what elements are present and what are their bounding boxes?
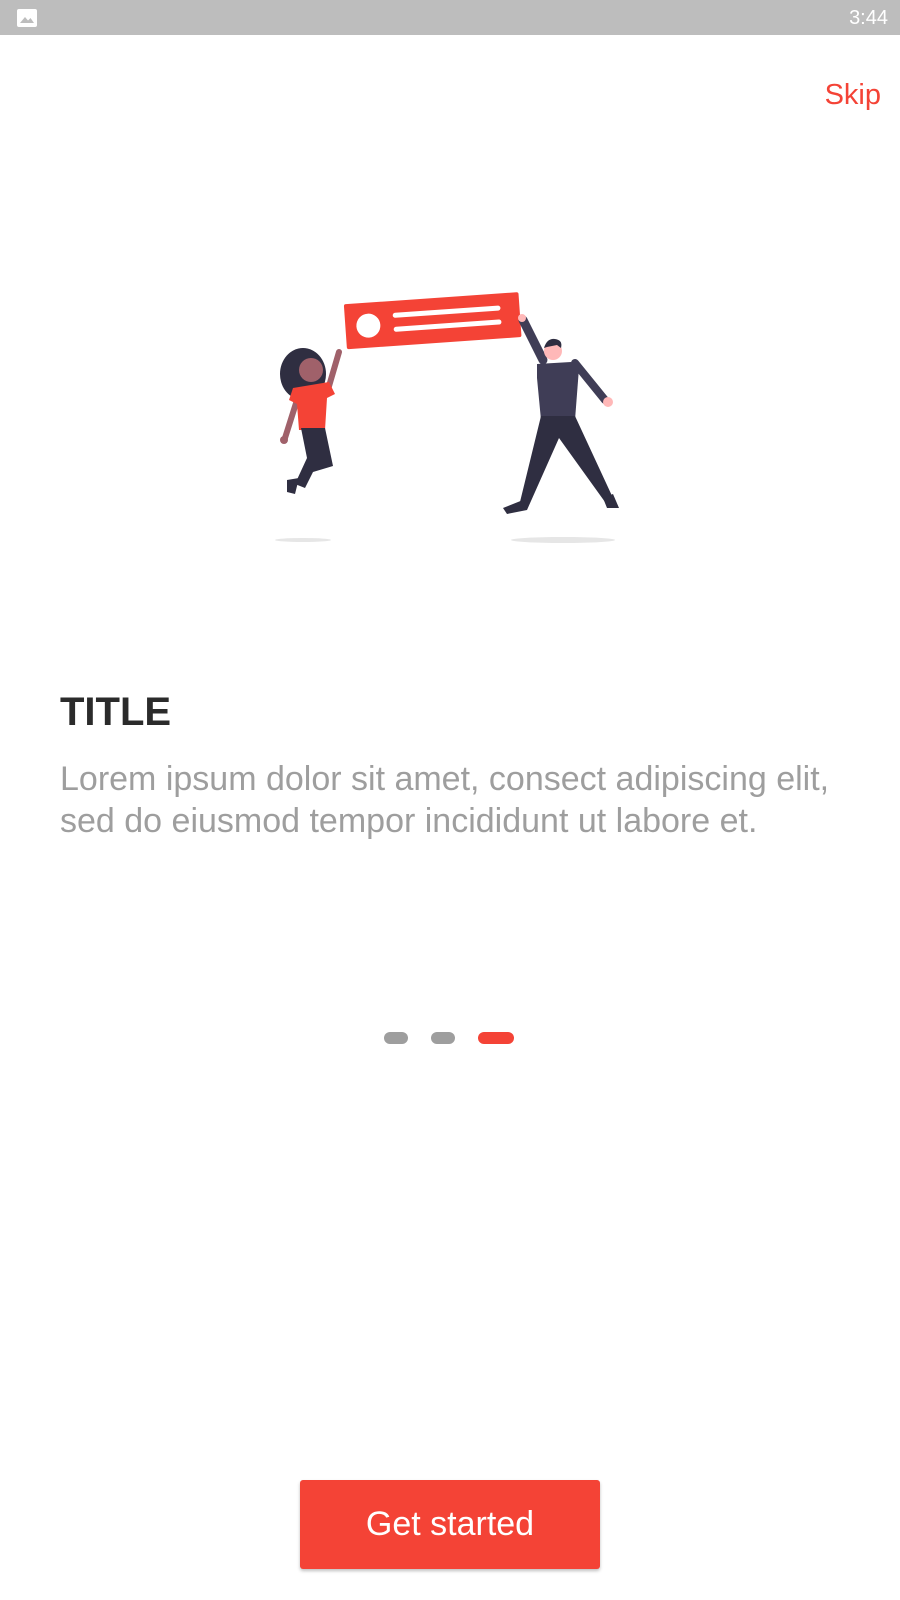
right-figure xyxy=(503,314,619,514)
right-figure-shadow xyxy=(511,537,615,543)
page-indicator-dot[interactable] xyxy=(384,1032,408,1044)
status-bar: 3:44 xyxy=(0,0,900,35)
get-started-button[interactable]: Get started xyxy=(300,1480,600,1569)
page-description: Lorem ipsum dolor sit amet, consect adip… xyxy=(60,760,830,840)
page-title: TITLE xyxy=(60,690,172,734)
image-icon xyxy=(17,9,37,27)
status-time: 3:44 xyxy=(849,7,888,29)
onboarding-screen: 3:44 Skip TITLE Lorem ipsum dolor sit am… xyxy=(0,0,900,1600)
left-figure-shadow xyxy=(275,538,331,542)
page-indicator-dot-active[interactable] xyxy=(478,1032,514,1044)
page-indicator xyxy=(384,1032,514,1044)
left-figure xyxy=(280,348,342,494)
banner xyxy=(343,292,522,350)
people-holding-banner-illustration xyxy=(275,292,619,543)
page-indicator-dot[interactable] xyxy=(431,1032,455,1044)
skip-button[interactable]: Skip xyxy=(825,78,881,112)
